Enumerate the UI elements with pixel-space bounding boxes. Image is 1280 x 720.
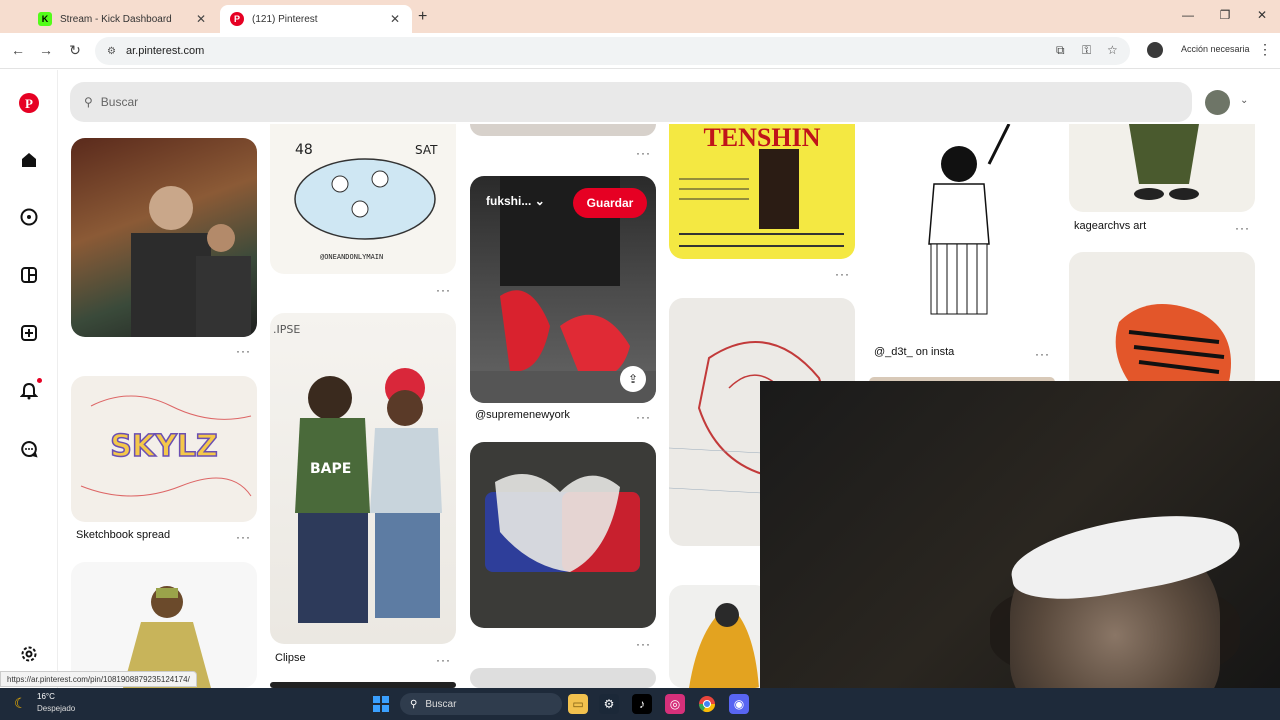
maximize-button[interactable]: ❐ xyxy=(1215,8,1235,22)
taskbar: ☾ 16°C Despejado ⚲ Buscar ▭ ⚙ ♪ ◎ ◉ xyxy=(0,688,1280,720)
chevron-down-icon: ⌄ xyxy=(534,194,545,208)
instagram-icon[interactable]: ◎ xyxy=(665,694,685,714)
pin-image[interactable] xyxy=(71,138,257,337)
pin-caption: @supremenewyork xyxy=(475,409,570,421)
pin-more-options-button[interactable]: ··· xyxy=(636,637,651,651)
weather-moon-icon[interactable]: ☾ xyxy=(14,695,27,712)
pin-more-options-button[interactable]: ··· xyxy=(436,653,451,667)
svg-text:.IPSE: .IPSE xyxy=(273,323,300,336)
close-icon[interactable]: ✕ xyxy=(388,12,402,26)
notification-dot xyxy=(37,378,42,383)
webcam-overlay xyxy=(760,381,1280,720)
messages-icon[interactable] xyxy=(18,438,40,460)
notifications-icon[interactable] xyxy=(18,378,42,402)
browser-profile-avatar[interactable] xyxy=(1147,42,1163,58)
pin-image[interactable] xyxy=(869,124,1055,338)
pin-more-options-button[interactable]: ··· xyxy=(636,146,651,160)
chrome-icon[interactable] xyxy=(697,694,717,714)
site-info-icon[interactable]: ⚙ xyxy=(107,46,116,57)
taskbar-search-input[interactable]: ⚲ Buscar xyxy=(400,693,562,715)
create-icon[interactable] xyxy=(18,322,40,344)
tiktok-icon[interactable]: ♪ xyxy=(632,694,652,714)
pin-more-options-button[interactable]: ··· xyxy=(436,283,451,297)
pin-image[interactable] xyxy=(669,585,769,688)
pin-caption: @_d3t_ on insta xyxy=(874,346,955,358)
pin-caption: Clipse xyxy=(275,652,306,664)
pin-image[interactable]: SKYLZ xyxy=(71,376,257,522)
pin-more-options-button[interactable]: ··· xyxy=(636,410,651,424)
reload-button[interactable]: ↻ xyxy=(66,42,84,59)
close-icon[interactable]: ✕ xyxy=(194,12,208,26)
minimize-button[interactable]: — xyxy=(1178,8,1198,22)
address-bar[interactable]: ⚙ ar.pinterest.com xyxy=(95,37,1130,65)
pinterest-icon: P xyxy=(230,12,244,26)
tab-label: Stream - Kick Dashboard xyxy=(60,13,172,25)
board-selector[interactable]: fukshi... ⌄ xyxy=(486,194,545,208)
search-placeholder: Buscar xyxy=(100,95,139,109)
pin-image[interactable]: TENSHIN xyxy=(669,124,855,259)
avatar[interactable] xyxy=(1205,90,1230,115)
kick-icon: K xyxy=(38,12,52,26)
weather-temperature[interactable]: 16°C xyxy=(37,692,55,701)
search-icon: ⚲ xyxy=(84,95,93,109)
tab-label: (121) Pinterest xyxy=(252,13,318,25)
bookmark-star-icon[interactable]: ☆ xyxy=(1107,43,1118,57)
poster-title: TENSHIN xyxy=(703,124,820,152)
pin-caption: Sketchbook spread xyxy=(76,529,171,541)
browser-toolbar: ← → ↻ ⚙ ar.pinterest.com ⧉ ⚿ ☆ Acción ne… xyxy=(0,33,1280,69)
action-needed-label[interactable]: Acción necesaria xyxy=(1181,44,1250,54)
password-key-icon[interactable]: ⚿ xyxy=(1082,43,1091,58)
steam-icon[interactable]: ⚙ xyxy=(599,694,619,714)
save-button[interactable]: Guardar xyxy=(573,188,647,218)
weather-description[interactable]: Despejado xyxy=(37,704,75,713)
pin-image[interactable] xyxy=(71,562,257,688)
home-icon[interactable] xyxy=(18,149,40,171)
pinterest-sidebar: P xyxy=(0,70,58,688)
tab-pinterest[interactable]: P (121) Pinterest ✕ xyxy=(220,5,412,33)
svg-text:SKYLZ: SKYLZ xyxy=(110,429,217,464)
pin-image[interactable]: .IPSE BAPE xyxy=(270,313,456,644)
pin-image[interactable] xyxy=(470,124,656,136)
tab-kick-dashboard[interactable]: K Stream - Kick Dashboard ✕ xyxy=(28,5,218,33)
pinterest-logo-icon[interactable]: P xyxy=(18,92,40,114)
svg-text:48: 48 xyxy=(295,142,313,158)
pin-more-options-button[interactable]: ··· xyxy=(236,344,251,358)
svg-text:P: P xyxy=(25,96,33,111)
share-icon[interactable]: ⇪ xyxy=(620,366,646,392)
pin-more-options-button[interactable]: ··· xyxy=(1235,221,1250,235)
settings-icon[interactable] xyxy=(18,643,40,665)
pin-more-options-button[interactable]: ··· xyxy=(1035,347,1050,361)
pin-image[interactable] xyxy=(1069,124,1255,212)
search-icon: ⚲ xyxy=(410,698,418,710)
board-label: fukshi... xyxy=(486,194,532,208)
svg-text:SAT: SAT xyxy=(415,143,438,157)
status-url: https://ar.pinterest.com/pin/10819088792… xyxy=(0,671,197,687)
install-app-icon[interactable]: ⧉ xyxy=(1056,43,1065,58)
search-input[interactable]: ⚲ Buscar xyxy=(70,82,1192,122)
boards-icon[interactable] xyxy=(18,264,40,286)
back-button[interactable]: ← xyxy=(9,42,27,58)
windows-start-icon[interactable] xyxy=(371,694,391,714)
pin-more-options-button[interactable]: ··· xyxy=(236,530,251,544)
pin-image[interactable] xyxy=(470,668,656,688)
new-tab-button[interactable]: + xyxy=(418,8,427,26)
url-text: ar.pinterest.com xyxy=(125,45,205,57)
taskbar-search-placeholder: Buscar xyxy=(425,698,457,710)
browser-menu-icon[interactable]: ⋮ xyxy=(1258,41,1272,58)
discord-icon[interactable]: ◉ xyxy=(729,694,749,714)
pin-more-options-button[interactable]: ··· xyxy=(835,267,850,281)
svg-text:BAPE: BAPE xyxy=(310,461,351,477)
forward-button[interactable]: → xyxy=(37,42,55,58)
pin-image[interactable]: 48 SAT @ONEANDONLYMAIN xyxy=(270,124,456,274)
pin-caption: kagearchvs art xyxy=(1074,220,1147,232)
chevron-down-icon[interactable]: ⌄ xyxy=(1240,95,1248,106)
close-window-button[interactable]: ✕ xyxy=(1252,8,1272,22)
explore-icon[interactable] xyxy=(18,206,40,228)
pin-image[interactable] xyxy=(1069,252,1255,392)
browser-titlebar: K Stream - Kick Dashboard ✕ P (121) Pint… xyxy=(0,0,1280,33)
file-explorer-icon[interactable]: ▭ xyxy=(568,694,588,714)
svg-text:@ONEANDONLYMAIN: @ONEANDONLYMAIN xyxy=(320,253,383,261)
pin-image[interactable] xyxy=(470,442,656,628)
